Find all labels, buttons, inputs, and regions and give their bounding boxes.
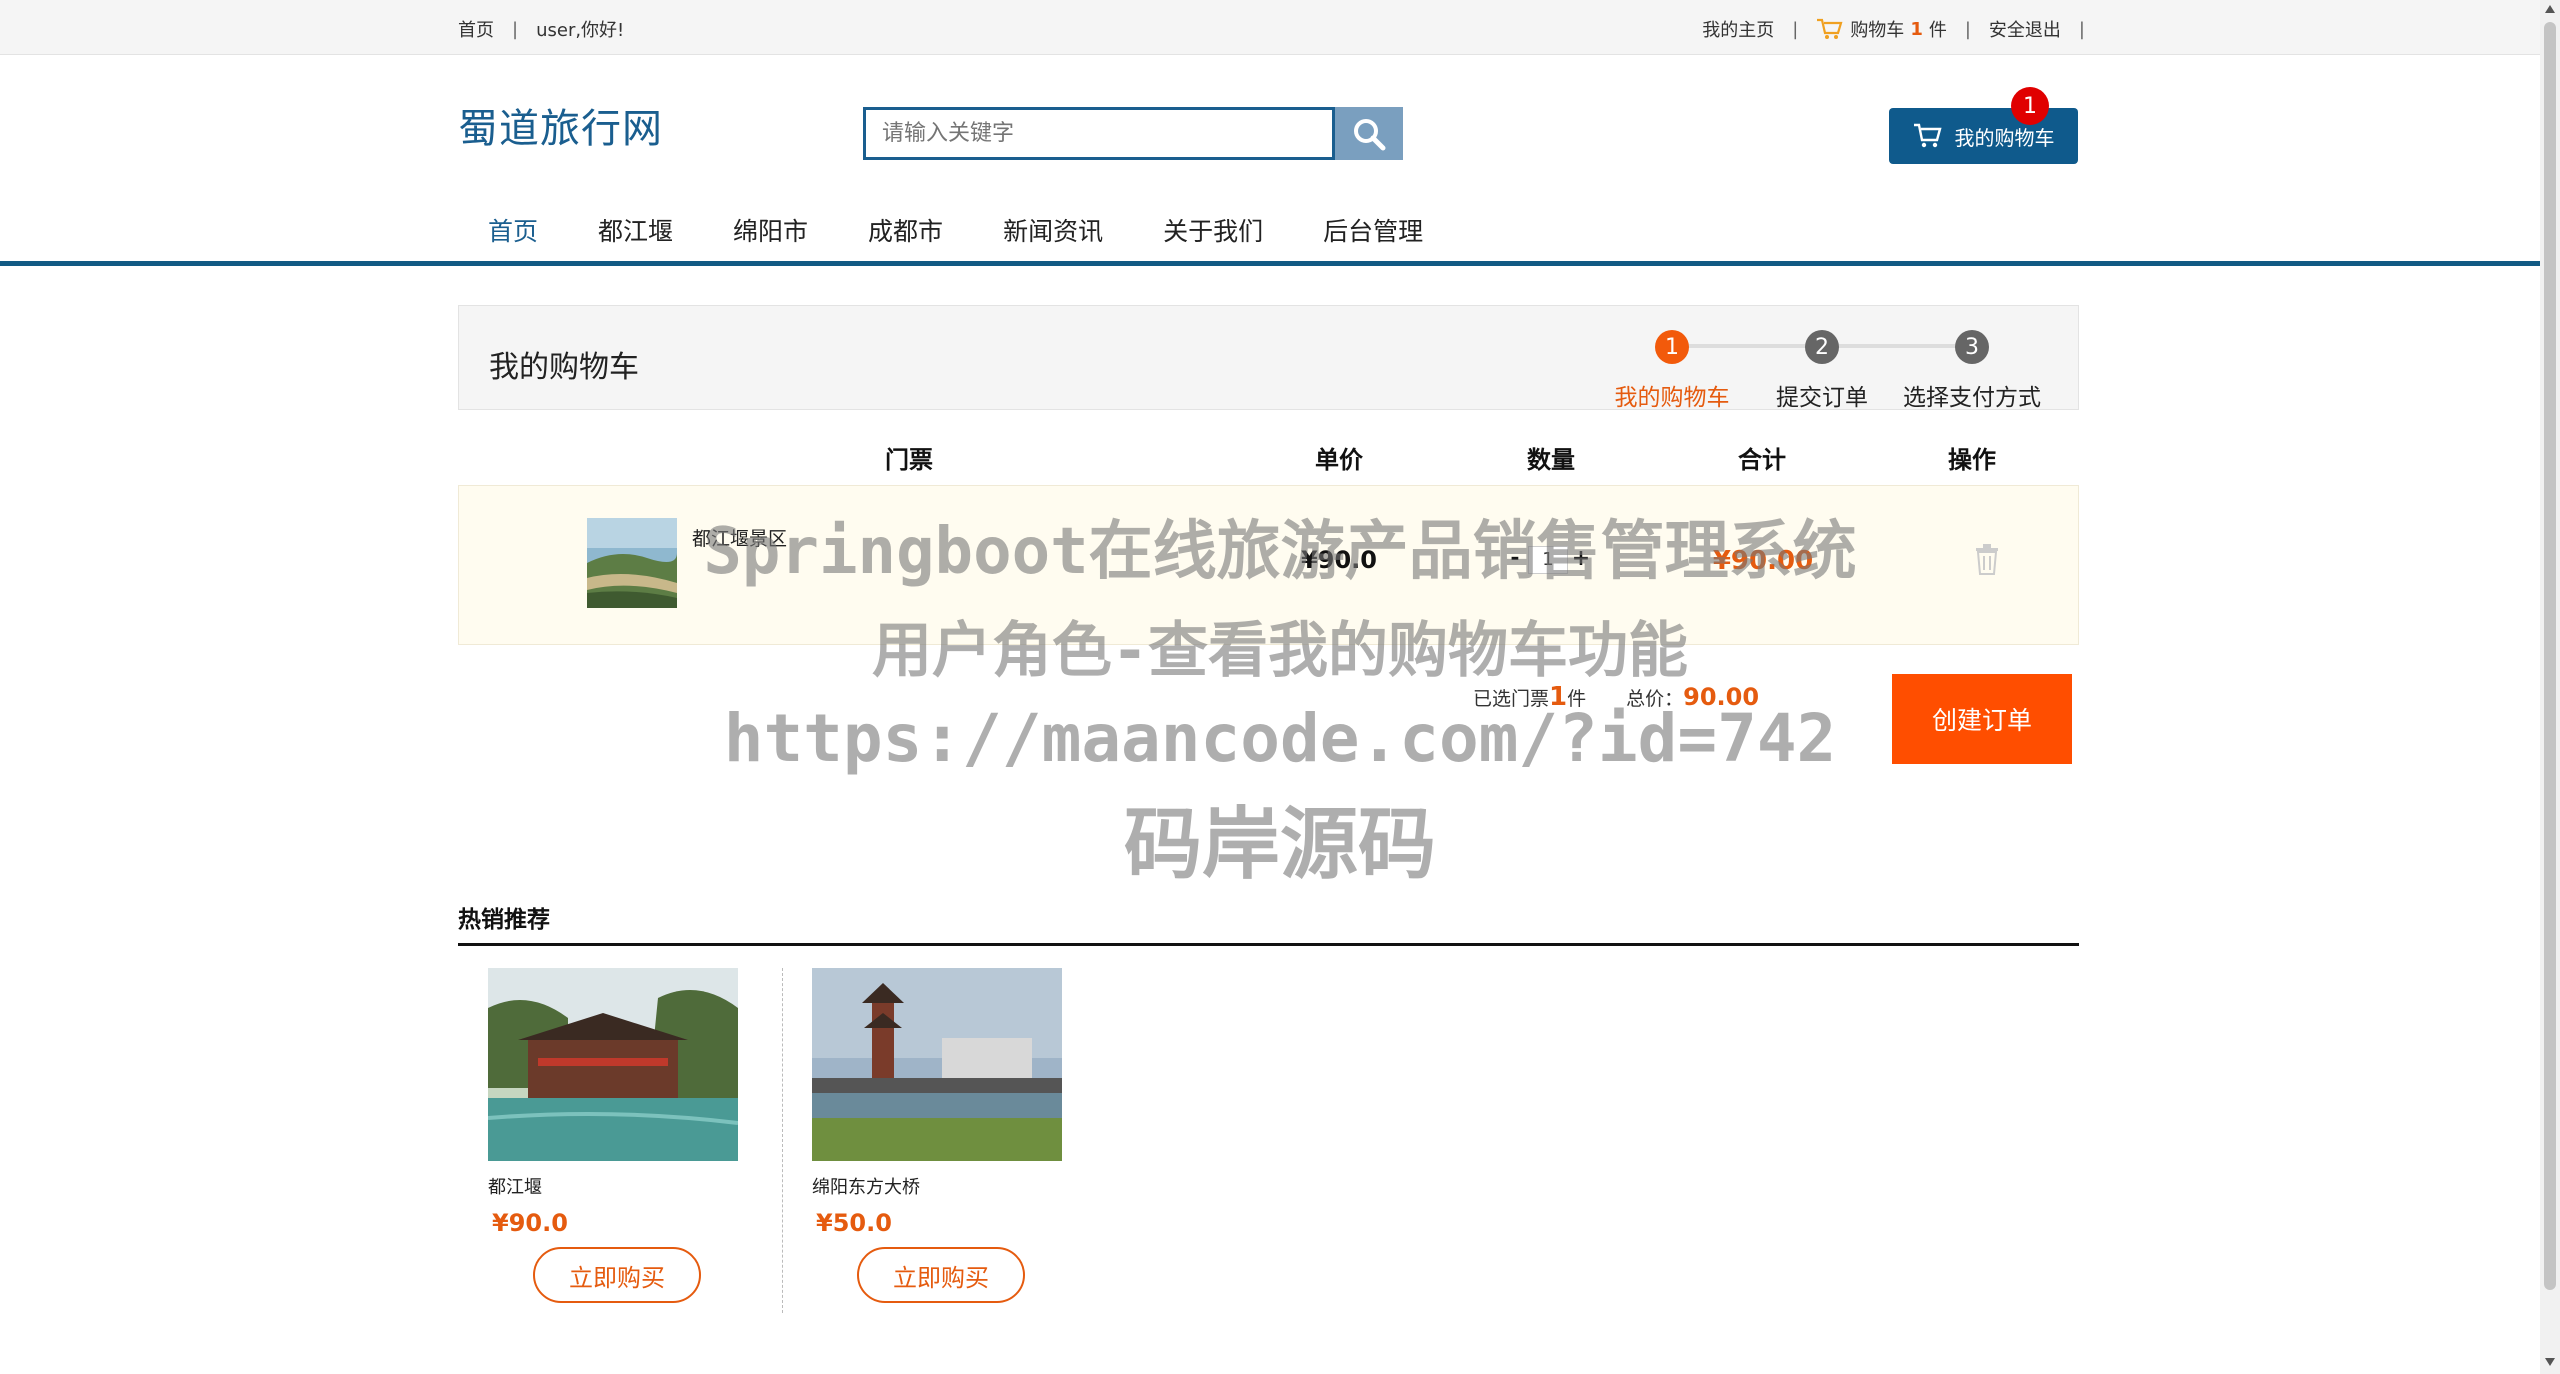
nav-item-home[interactable]: 首页 xyxy=(458,212,568,252)
nav-item-dujiangyan[interactable]: 都江堰 xyxy=(568,212,703,252)
logout-link[interactable]: 安全退出 xyxy=(1989,16,2061,42)
my-cart-label: 我的购物车 xyxy=(1954,125,2055,150)
scrollbar-thumb[interactable] xyxy=(2544,22,2556,1290)
vertical-scrollbar[interactable] xyxy=(2540,0,2560,1374)
hot-section-divider xyxy=(458,943,2079,946)
search-icon xyxy=(1354,118,1386,150)
hot-item-name[interactable]: 都江堰 xyxy=(488,1173,738,1199)
watermark-line-4: 码岸源码 xyxy=(1123,800,1437,890)
cart-icon xyxy=(1913,123,1942,148)
hot-item-divider xyxy=(782,968,783,1313)
top-cart-unit: 件 xyxy=(1928,20,1947,41)
user-greeting: user,你好! xyxy=(536,20,625,41)
my-cart-button[interactable]: 我的购物车 xyxy=(1889,108,2078,164)
separator: | xyxy=(1792,18,1799,40)
separator: | xyxy=(2078,18,2085,40)
top-cart-label: 购物车 xyxy=(1850,20,1905,41)
hot-item: 绵阳东方大桥 ¥50.0 立即购买 xyxy=(812,968,1062,1303)
site-logo[interactable]: 蜀道旅行网 xyxy=(458,96,663,154)
top-cart-link[interactable]: 购物车 1 件 xyxy=(1816,16,1947,42)
separator: | xyxy=(512,18,519,40)
hot-item: 都江堰 ¥90.0 立即购买 xyxy=(487,968,739,1303)
step-1-circle: 1 xyxy=(1655,330,1689,364)
main-nav: 首页 都江堰 绵阳市 成都市 新闻资讯 关于我们 后台管理 xyxy=(458,212,1453,252)
top-home-link[interactable]: 首页 xyxy=(458,16,494,42)
top-cart-count: 1 xyxy=(1910,18,1923,40)
step-2-label: 提交订单 xyxy=(1776,385,1868,411)
hot-item-image[interactable] xyxy=(487,968,739,1161)
col-total: 合计 xyxy=(1738,446,1786,474)
col-action: 操作 xyxy=(1948,446,1996,474)
step-3-label: 选择支付方式 xyxy=(1903,385,2041,411)
hot-section-title: 热销推荐 xyxy=(458,907,550,933)
watermark-line-1: Springboot在线旅游产品销售管理系统 xyxy=(703,515,1857,589)
col-ticket: 门票 xyxy=(885,446,933,474)
nav-item-admin[interactable]: 后台管理 xyxy=(1293,212,1453,252)
buy-now-button[interactable]: 立即购买 xyxy=(857,1247,1025,1303)
step-3-circle: 3 xyxy=(1955,330,1989,364)
cart-count-badge: 1 xyxy=(2011,87,2049,125)
hot-item-price: ¥50.0 xyxy=(816,1209,892,1237)
cart-icon xyxy=(1817,18,1843,39)
search-button[interactable] xyxy=(1335,107,1403,160)
nav-item-about[interactable]: 关于我们 xyxy=(1133,212,1293,252)
nav-item-chengdu[interactable]: 成都市 xyxy=(838,212,973,252)
watermark-line-3: https://maancode.com/?id=742 xyxy=(723,700,1837,777)
hot-item-price: ¥90.0 xyxy=(492,1209,568,1237)
create-order-button[interactable]: 创建订单 xyxy=(1892,674,2072,764)
watermark-line-2: 用户角色-查看我的购物车功能 xyxy=(871,616,1689,686)
top-bar: 首页 | user,你好! 我的主页 | 购物车 1 件 | 安全退出 | xyxy=(0,0,2540,55)
my-home-link[interactable]: 我的主页 xyxy=(1702,16,1774,42)
scroll-down-arrow-icon[interactable] xyxy=(2545,1358,2555,1366)
cart-header-panel: 我的购物车 1 2 3 我的购物车 提交订单 选择支付方式 xyxy=(458,305,2079,411)
trash-icon[interactable] xyxy=(1973,542,2001,576)
search-box xyxy=(863,107,1335,160)
col-quantity: 数量 xyxy=(1527,446,1575,474)
checkout-steps: 1 2 3 我的购物车 提交订单 选择支付方式 xyxy=(1599,322,2059,411)
hot-item-name[interactable]: 绵阳东方大桥 xyxy=(812,1173,1062,1199)
hot-item-image[interactable] xyxy=(812,968,1062,1161)
separator: | xyxy=(1964,18,1971,40)
nav-item-news[interactable]: 新闻资讯 xyxy=(973,212,1133,252)
step-1-label: 我的购物车 xyxy=(1614,385,1730,411)
nav-divider xyxy=(0,261,2540,266)
step-connector xyxy=(1672,344,1822,348)
col-unit-price: 单价 xyxy=(1315,446,1363,474)
step-connector xyxy=(1822,344,1972,348)
search-input[interactable] xyxy=(866,110,1332,157)
cart-title: 我的购物车 xyxy=(489,350,639,385)
ticket-thumbnail[interactable] xyxy=(587,518,677,608)
buy-now-button[interactable]: 立即购买 xyxy=(533,1247,701,1303)
scroll-up-arrow-icon[interactable] xyxy=(2545,5,2555,13)
cart-table-header: 门票 单价 数量 合计 操作 xyxy=(458,440,2079,476)
nav-item-mianyang[interactable]: 绵阳市 xyxy=(703,212,838,252)
step-2-circle: 2 xyxy=(1805,330,1839,364)
